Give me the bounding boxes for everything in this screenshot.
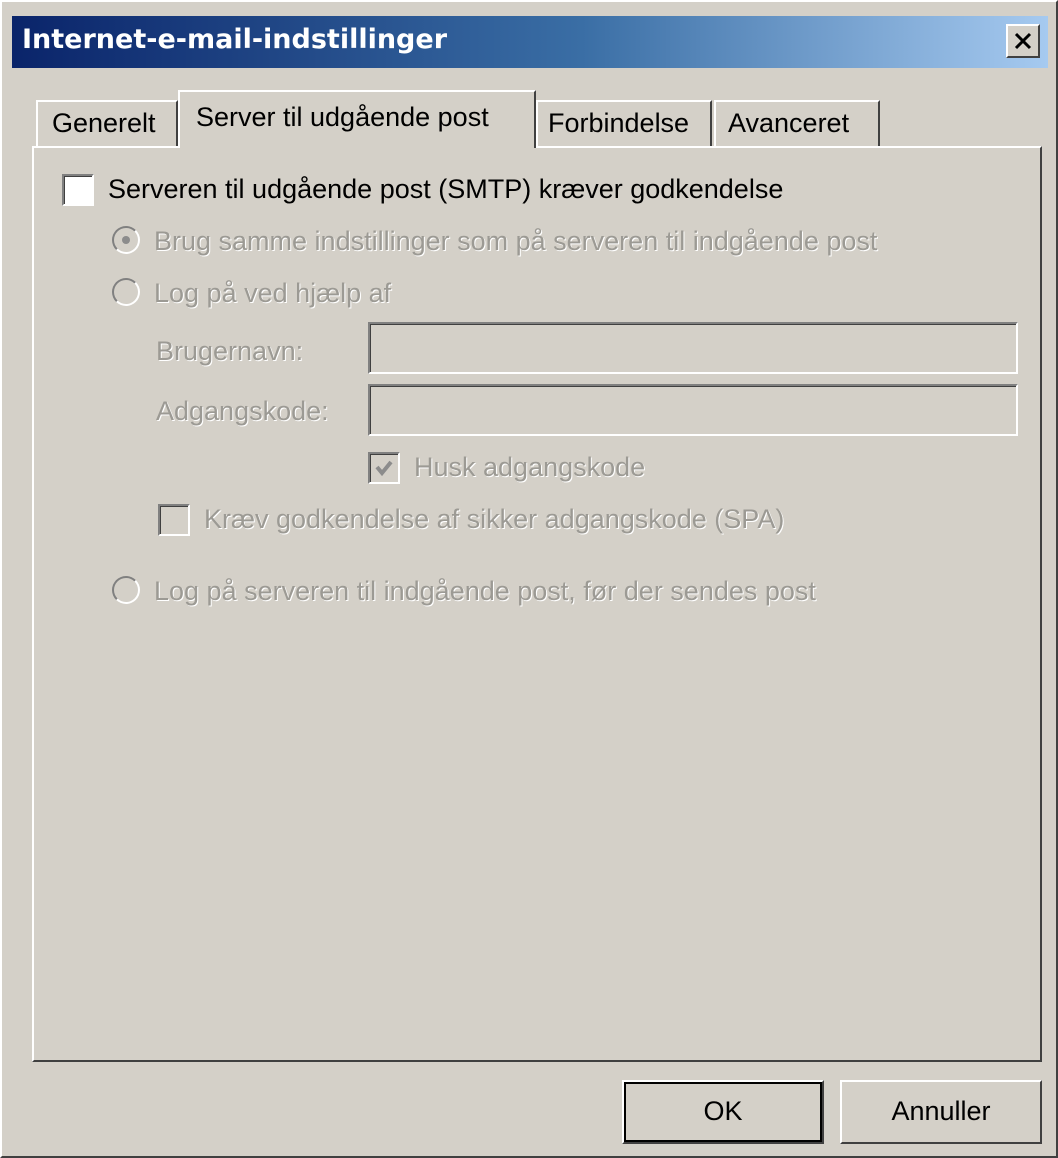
password-input[interactable] [368, 384, 1018, 436]
username-input[interactable] [368, 322, 1018, 374]
ok-button[interactable]: OK [622, 1080, 824, 1144]
username-label: Brugernavn: [156, 336, 304, 366]
logon-before-send-radio[interactable] [112, 576, 140, 604]
cancel-button[interactable]: Annuller [840, 1080, 1042, 1144]
internet-email-settings-dialog: Internet-e-mail-indstillinger Generelt S… [0, 0, 1058, 1158]
tab-outgoing-server-label: Server til udgående post [196, 102, 489, 132]
tab-general-label: Generelt [52, 108, 156, 138]
tab-connection-label: Forbindelse [548, 108, 690, 138]
tab-advanced-label: Avanceret [728, 108, 850, 138]
tab-outgoing-server[interactable]: Server til udgående post [178, 90, 536, 148]
spa-checkbox[interactable] [158, 504, 190, 536]
tab-connection[interactable]: Forbindelse [536, 100, 712, 146]
password-label: Adgangskode: [156, 396, 329, 426]
radio-selected-dot [122, 236, 130, 244]
outgoing-server-panel: Serveren til udgående post (SMTP) kræver… [32, 146, 1042, 1062]
log-on-using-label: Log på ved hjælp af [154, 278, 392, 308]
tab-advanced[interactable]: Avanceret [714, 100, 880, 146]
same-settings-radio[interactable] [112, 226, 140, 254]
remember-password-label: Husk adgangskode [414, 452, 646, 482]
logon-before-send-label: Log på serveren til indgående post, før … [154, 576, 816, 606]
tab-general[interactable]: Generelt [36, 100, 178, 146]
smtp-auth-label[interactable]: Serveren til udgående post (SMTP) kræver… [108, 174, 783, 205]
close-icon [1014, 32, 1032, 50]
remember-password-checkbox[interactable] [368, 452, 400, 484]
smtp-auth-checkbox[interactable] [62, 174, 94, 206]
same-settings-label: Brug samme indstillinger som på serveren… [154, 226, 878, 256]
spa-label: Kræv godkendelse af sikker adgangskode (… [204, 504, 785, 534]
title-bar[interactable]: Internet-e-mail-indstillinger [12, 16, 1048, 68]
log-on-using-radio[interactable] [112, 278, 140, 306]
checkmark-icon [375, 460, 393, 477]
dialog-title: Internet-e-mail-indstillinger [22, 24, 448, 55]
close-button[interactable] [1006, 24, 1040, 58]
